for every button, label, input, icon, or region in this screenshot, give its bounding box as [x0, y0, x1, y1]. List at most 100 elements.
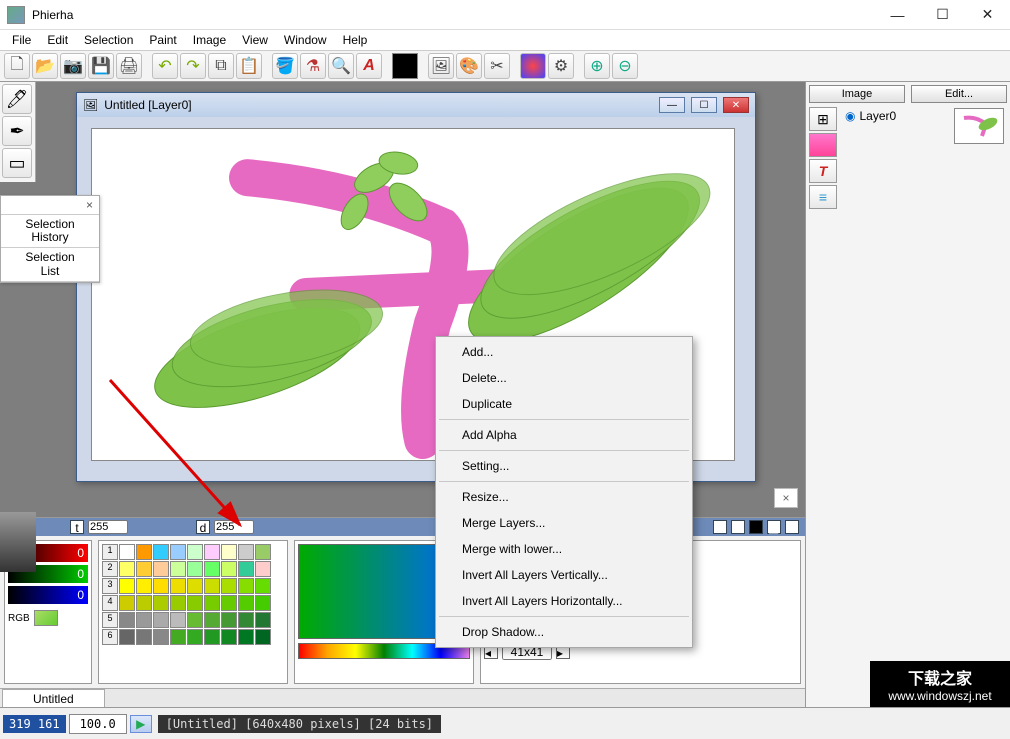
swatch-cell[interactable]	[238, 578, 254, 594]
ctx-resize[interactable]: Resize...	[438, 484, 690, 510]
swatch-cell[interactable]	[136, 544, 152, 560]
swatch-cell[interactable]	[136, 629, 152, 645]
rect-tool-icon[interactable]: ▭	[2, 148, 32, 178]
menu-file[interactable]: File	[4, 31, 39, 49]
doc-maximize-button[interactable]: ☐	[691, 97, 717, 113]
swatch-cell[interactable]	[255, 612, 271, 628]
zoom-in-icon[interactable]: ⊕	[584, 53, 610, 79]
ctx-setting[interactable]: Setting...	[438, 453, 690, 479]
mode-c-icon[interactable]	[749, 520, 763, 534]
mode-d-icon[interactable]: ◧	[767, 520, 781, 534]
swatch-cell[interactable]	[170, 629, 186, 645]
selection-history-button[interactable]: Selection History	[1, 215, 99, 248]
play-icon[interactable]: ▶	[130, 715, 152, 733]
ctx-duplicate[interactable]: Duplicate	[438, 391, 690, 417]
layer-text-icon[interactable]: T	[809, 159, 837, 183]
foreground-color[interactable]	[392, 53, 418, 79]
swatch-cell[interactable]	[136, 612, 152, 628]
redo-icon[interactable]: ↷	[180, 53, 206, 79]
save-icon[interactable]: 💾	[88, 53, 114, 79]
zoom-icon[interactable]: 🔍	[328, 53, 354, 79]
swatch-cell[interactable]	[238, 561, 254, 577]
tab-untitled[interactable]: Untitled	[2, 689, 105, 708]
swatch-cell[interactable]	[238, 612, 254, 628]
undo-icon[interactable]: ↶	[152, 53, 178, 79]
copy-icon[interactable]: ⧉	[208, 53, 234, 79]
layer-thumbnail[interactable]	[954, 108, 1004, 144]
swatch-cell[interactable]	[204, 595, 220, 611]
swatch-cell[interactable]	[119, 629, 135, 645]
maximize-button[interactable]: ☐	[920, 0, 965, 29]
swatch-cell[interactable]	[153, 578, 169, 594]
tool-c-icon[interactable]: ✂	[484, 53, 510, 79]
ctx-add[interactable]: Add...	[438, 339, 690, 365]
swatch-cell[interactable]	[187, 629, 203, 645]
swatch-cell[interactable]	[187, 595, 203, 611]
layer-add-icon[interactable]: ⊞	[809, 107, 837, 131]
swatch-cell[interactable]	[255, 561, 271, 577]
swatch-cell[interactable]	[221, 578, 237, 594]
swatch-cell[interactable]	[119, 612, 135, 628]
menu-image[interactable]: Image	[185, 31, 234, 49]
swatch-cell[interactable]	[153, 544, 169, 560]
camera-icon[interactable]: 📷	[60, 53, 86, 79]
doc-minimize-button[interactable]: —	[659, 97, 685, 113]
zoom-value[interactable]: 100.0	[69, 714, 127, 734]
edit-button[interactable]: Edit...	[911, 85, 1007, 103]
stamp-icon[interactable]: ⚗	[300, 53, 326, 79]
swatch-cell[interactable]	[153, 612, 169, 628]
open-icon[interactable]: 📂	[32, 53, 58, 79]
swatch-cell[interactable]	[119, 595, 135, 611]
rgb-swatch-icon[interactable]	[34, 610, 58, 626]
swatch-cell[interactable]	[238, 595, 254, 611]
swatch-cell[interactable]	[221, 612, 237, 628]
text-icon[interactable]: A	[356, 53, 382, 79]
ctx-add-alpha[interactable]: Add Alpha	[438, 422, 690, 448]
zoom-out-icon[interactable]: ⊖	[612, 53, 638, 79]
ctx-invert-all-layers-vertically[interactable]: Invert All Layers Vertically...	[438, 562, 690, 588]
swatch-cell[interactable]	[221, 544, 237, 560]
swatch-cell[interactable]	[187, 612, 203, 628]
swatch-cell[interactable]	[204, 561, 220, 577]
swatch-cell[interactable]	[153, 595, 169, 611]
selection-panel-close[interactable]: ×	[1, 196, 99, 215]
close-button[interactable]: ✕	[965, 0, 1010, 29]
swatch-cell[interactable]	[136, 578, 152, 594]
swatch-cell[interactable]	[170, 612, 186, 628]
swatch-cell[interactable]	[204, 612, 220, 628]
swatch-cell[interactable]	[153, 629, 169, 645]
menu-selection[interactable]: Selection	[76, 31, 141, 49]
ctx-drop-shadow[interactable]: Drop Shadow...	[438, 619, 690, 645]
tool-a-icon[interactable]: 🖼	[428, 53, 454, 79]
color-adjust-icon[interactable]	[520, 53, 546, 79]
swatch-cell[interactable]	[187, 544, 203, 560]
print-icon[interactable]: 🖨	[116, 53, 142, 79]
swatch-cell[interactable]	[204, 544, 220, 560]
selection-list-button[interactable]: Selection List	[1, 248, 99, 281]
ctx-invert-all-layers-horizontally[interactable]: Invert All Layers Horizontally...	[438, 588, 690, 614]
doc-close-button[interactable]: ✕	[723, 97, 749, 113]
swatch-grid[interactable]: 123456	[102, 544, 284, 645]
swatch-cell[interactable]	[238, 544, 254, 560]
mode-a-icon[interactable]: ▾	[713, 520, 727, 534]
swatch-cell[interactable]	[153, 561, 169, 577]
layer-mask-icon[interactable]	[809, 133, 837, 157]
d-value-input[interactable]	[214, 520, 254, 534]
swatch-cell[interactable]	[170, 561, 186, 577]
new-icon[interactable]: 🗋	[4, 53, 30, 79]
swatch-cell[interactable]	[187, 578, 203, 594]
menu-paint[interactable]: Paint	[141, 31, 184, 49]
swatch-cell[interactable]	[221, 595, 237, 611]
swatch-cell[interactable]	[136, 561, 152, 577]
t-value-input[interactable]	[88, 520, 128, 534]
swatch-cell[interactable]	[255, 544, 271, 560]
swatch-cell[interactable]	[119, 544, 135, 560]
document-titlebar[interactable]: 🖼 Untitled [Layer0] — ☐ ✕	[77, 93, 755, 117]
swatch-cell[interactable]	[221, 561, 237, 577]
settings-icon[interactable]: ⚙	[548, 53, 574, 79]
swatch-cell[interactable]	[119, 578, 135, 594]
swatch-cell[interactable]	[136, 595, 152, 611]
swatch-cell[interactable]	[255, 629, 271, 645]
menu-window[interactable]: Window	[276, 31, 335, 49]
swatch-cell[interactable]	[119, 561, 135, 577]
